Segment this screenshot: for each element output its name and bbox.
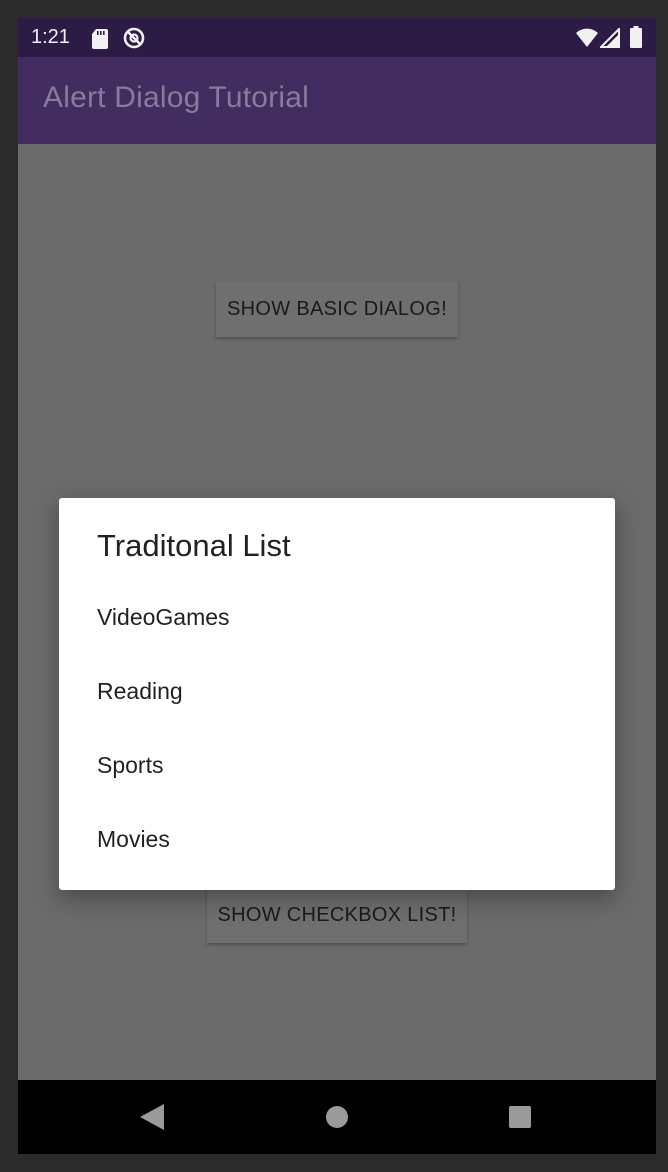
app-title: Alert Dialog Tutorial (43, 81, 309, 114)
dialog-list-item-reading[interactable]: Reading (59, 656, 615, 728)
no-signal-icon (123, 27, 145, 49)
status-bar: 1:21 (18, 18, 656, 57)
dialog-list-item-label: Sports (97, 752, 164, 778)
dialog-list-item-label: Movies (97, 826, 170, 852)
main-content-scrim[interactable]: SHOW BASIC DIALOG! SHOW CHECKBOX LIST! T… (18, 144, 656, 1080)
battery-icon (630, 26, 642, 48)
dialog-list-item-sports[interactable]: Sports (59, 730, 615, 802)
sd-card-icon (92, 29, 108, 49)
dialog-list-item-label: Reading (97, 678, 183, 704)
dialog-title: Traditonal List (97, 528, 291, 563)
app-bar: Alert Dialog Tutorial (18, 57, 656, 144)
dialog-list-item-videogames[interactable]: VideoGames (59, 582, 615, 654)
dialog-list-item-label: VideoGames (97, 604, 230, 630)
recents-icon[interactable] (509, 1106, 531, 1128)
wifi-icon (576, 28, 598, 47)
dialog-list-item-movies[interactable]: Movies (59, 804, 615, 876)
device-frame: 1:21 Alert Dialog Tutorial SHOW BASIC DI… (0, 0, 668, 1172)
show-checkbox-list-button[interactable]: SHOW CHECKBOX LIST! (207, 887, 467, 943)
screen: 1:21 Alert Dialog Tutorial SHOW BASIC DI… (18, 18, 656, 1154)
cell-signal-icon (600, 28, 620, 48)
show-basic-dialog-button[interactable]: SHOW BASIC DIALOG! (216, 281, 458, 337)
status-time: 1:21 (31, 26, 70, 48)
back-icon[interactable] (140, 1104, 164, 1130)
home-icon[interactable] (326, 1106, 348, 1128)
alert-dialog: Traditonal List VideoGames Reading Sport… (59, 498, 615, 890)
navigation-bar (18, 1080, 656, 1154)
